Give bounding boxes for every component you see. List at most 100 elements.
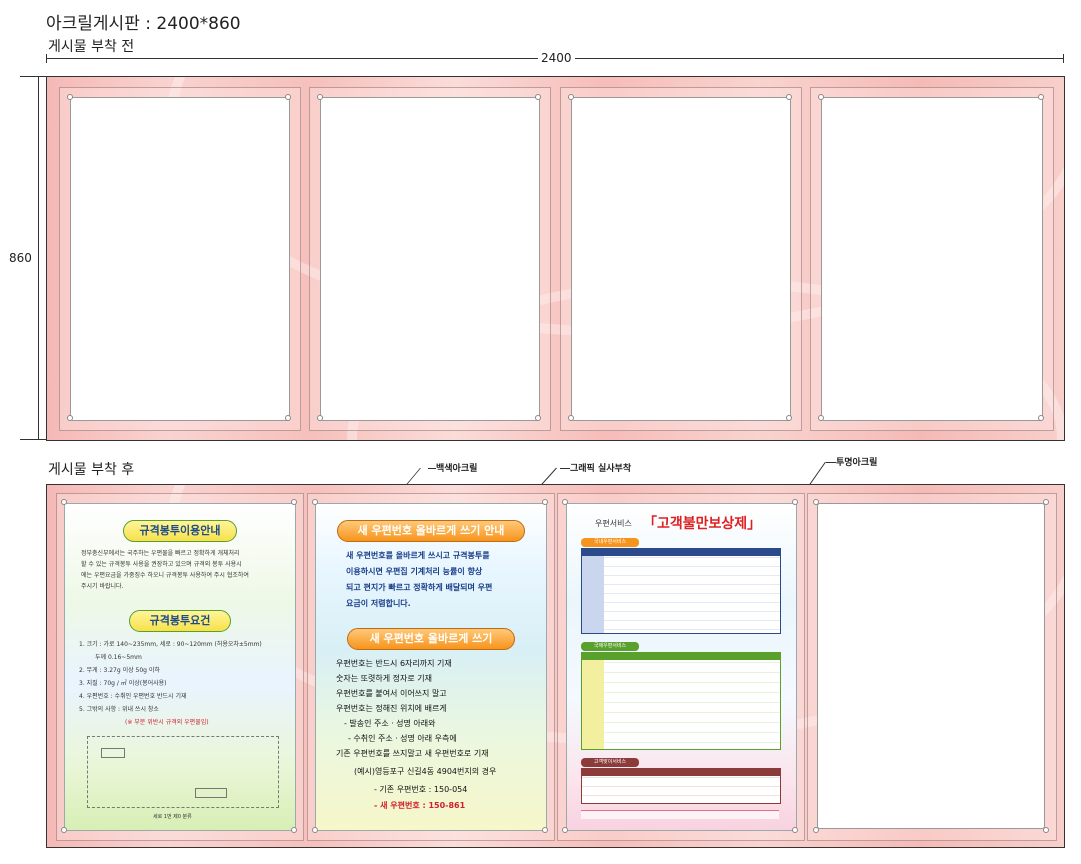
poster1-subtitle: 규격봉투요건 <box>129 610 231 632</box>
screw-icon <box>786 94 792 100</box>
poster-postcode-guide: 새 우편번호 올바르게 쓰기 안내 새 우편번호를 올바르게 쓰시고 규격봉투를… <box>315 503 547 831</box>
screw-icon <box>285 94 291 100</box>
after-label: 게시물 부착 후 <box>48 462 135 478</box>
screw-icon <box>285 415 291 421</box>
rule-item: 우편번호는 반드시 6자리까지 기재 <box>336 659 452 668</box>
height-dimension <box>38 76 39 440</box>
requirement-item: 두께 0.16~5mm <box>95 654 142 661</box>
panel-slot-4-empty <box>817 503 1045 829</box>
screw-icon <box>312 827 318 833</box>
requirement-item: 1. 크기 : 가로 140~235mm, 세로 : 90~120mm (허용오… <box>79 641 262 648</box>
panel-slot-3 <box>571 97 791 421</box>
width-dim-tick-right <box>1063 54 1064 63</box>
panel-slot-4 <box>821 97 1043 421</box>
section3-header: 고객맞이서비스 <box>581 758 639 767</box>
table-side-column <box>582 556 604 633</box>
screw-icon <box>568 415 574 421</box>
screw-icon <box>818 415 824 421</box>
section2-header: 국제우편서비스 <box>581 642 639 651</box>
screw-icon <box>317 415 323 421</box>
requirement-item: 3. 지질 : 70g / ㎡ 이상(봉어사용) <box>79 680 167 687</box>
screw-icon <box>818 94 824 100</box>
requirement-item: 4. 우편번호 : 수취인 우편번호 반드시 기재 <box>79 693 187 700</box>
callout-line <box>428 468 436 469</box>
table-domestic <box>581 548 781 634</box>
panel-slot-1 <box>70 97 290 421</box>
screw-icon <box>535 415 541 421</box>
screw-icon <box>786 415 792 421</box>
callout-line <box>826 462 836 463</box>
screw-icon <box>61 499 67 505</box>
requirement-note: (※ 부분 위반시 규격외 우편물임) <box>125 719 209 726</box>
rule-item: 우편번호를 붙여서 이어쓰지 말고 <box>336 689 447 698</box>
screw-icon <box>813 499 819 505</box>
screw-icon <box>1038 94 1044 100</box>
poster1-items: 1. 크기 : 가로 140~235mm, 세로 : 90~120mm (허용오… <box>79 638 289 729</box>
screw-icon <box>792 499 798 505</box>
rule-item: - 수취인 주소ㆍ성명 아래 우측에 <box>348 734 457 743</box>
width-dim-tick-left <box>46 54 47 63</box>
screw-icon <box>1043 499 1049 505</box>
table-header-row <box>582 549 780 556</box>
screw-icon <box>67 415 73 421</box>
height-label: 860 <box>6 251 35 265</box>
callout-graphic-print: 그래픽 실사부착 <box>570 464 632 474</box>
envelope-code-box <box>195 788 227 798</box>
board-before <box>46 76 1065 441</box>
screw-icon <box>568 94 574 100</box>
screw-icon <box>1043 827 1049 833</box>
poster2-intro: 새 우편번호를 올바르게 쓰시고 규격봉투를 이용하시면 우편집 기계처리 능률… <box>346 548 536 612</box>
requirement-item: 2. 무게 : 3.27g 이상 50g 이하 <box>79 667 160 674</box>
callout-white-acrylic: 백색아크릴 <box>436 464 478 474</box>
height-dim-tick-bottom <box>20 439 46 440</box>
poster-customer-compensation: 우편서비스 「고객불만보상제」 국내우편서비스 국제우편서비스 고객맞이서비스 <box>566 503 797 831</box>
table-header-row <box>582 769 780 776</box>
board-after: 규격봉투이용안내 정부충신부에서는 국주하는 우편물을 빠르고 정확하게 개체처… <box>46 484 1065 848</box>
table-header-row <box>582 653 780 660</box>
poster1-intro: 정부충신부에서는 국주하는 우편물을 빠르고 정확하게 개체처리 할 수 있는 … <box>81 548 285 592</box>
screw-icon <box>562 499 568 505</box>
poster-envelope-guide: 규격봉투이용안내 정부충신부에서는 국주하는 우편물을 빠르고 정확하게 개체처… <box>64 503 296 831</box>
envelope-diagram <box>87 736 279 808</box>
intro-line: 할 수 있는 규격봉투 사용을 권장하고 있으며 규격외 봉투 사용시 <box>81 561 242 568</box>
table-international <box>581 652 781 750</box>
poster1-title: 규격봉투이용안내 <box>123 520 237 542</box>
rule-item: - 발송인 주소ㆍ성명 아래와 <box>344 719 436 728</box>
poster2-items: 우편번호는 반드시 6자리까지 기재 숫자는 또렷하게 정자로 기재 우편번호를… <box>336 656 542 761</box>
screw-icon <box>535 94 541 100</box>
panel-slot-2 <box>320 97 540 421</box>
screw-icon <box>542 499 548 505</box>
poster2-new-code: - 새 우편번호 : 150-861 <box>374 801 466 810</box>
intro-line: 되고 편지가 빠르고 정확하게 배달되며 우편 <box>346 583 493 592</box>
intro-line: 새 우편번호를 올바르게 쓰시고 규격봉투를 <box>346 551 490 560</box>
poster3-title: 「고객불만보상제」 <box>643 516 762 532</box>
width-label: 2400 <box>538 51 575 65</box>
callout-clear-acrylic: 투명아크릴 <box>836 458 878 468</box>
screw-icon <box>291 499 297 505</box>
screw-icon <box>542 827 548 833</box>
screw-icon <box>562 827 568 833</box>
screw-icon <box>1038 415 1044 421</box>
page-title: 아크릴게시판 : 2400*860 <box>46 14 241 34</box>
poster1-diagram-bottom: 세로 1번 제0 분류 <box>153 814 192 820</box>
intro-line: 주시기 바랍니다. <box>81 583 124 590</box>
poster2-example: (예시)영등포구 신길4동 4904번지의 경우 <box>354 767 497 776</box>
before-label: 게시물 부착 전 <box>48 39 135 55</box>
screw-icon <box>291 827 297 833</box>
poster3-prefix: 우편서비스 <box>595 519 632 528</box>
intro-line: 이용하시면 우편집 기계처리 능률이 향상 <box>346 567 483 576</box>
screw-icon <box>67 94 73 100</box>
section1-header: 국내우편서비스 <box>581 538 639 547</box>
poster3-footer-bar <box>581 810 779 819</box>
poster2-old-code: - 기존 우편번호 : 150-054 <box>374 785 468 794</box>
envelope-stamp-box <box>101 748 125 758</box>
table-customer <box>581 768 781 804</box>
screw-icon <box>317 94 323 100</box>
callout-line <box>560 468 570 469</box>
poster2-subtitle: 새 우편번호 올바르게 쓰기 <box>347 628 515 650</box>
rule-item: 우편번호는 정해진 위치에 배르게 <box>336 704 447 713</box>
screw-icon <box>813 827 819 833</box>
screw-icon <box>792 827 798 833</box>
screw-icon <box>61 827 67 833</box>
intro-line: 요금이 저렴합니다. <box>346 599 411 608</box>
